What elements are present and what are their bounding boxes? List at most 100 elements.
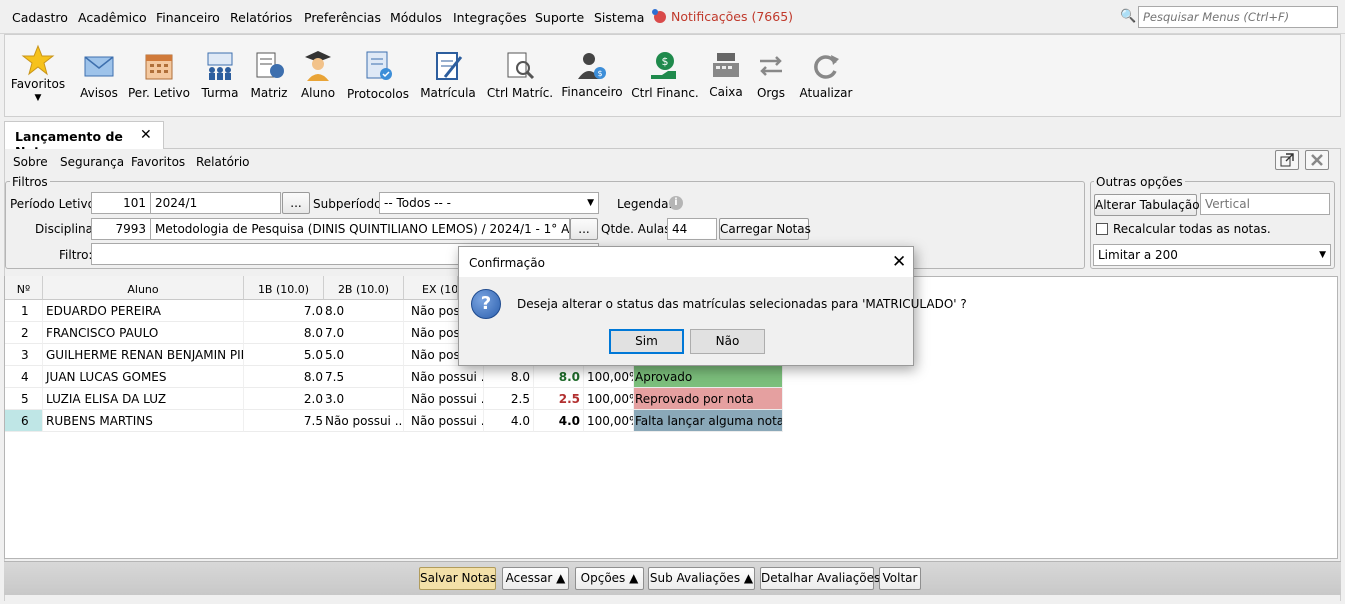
grid-cell-mfinal[interactable]: 8.0 — [534, 366, 584, 388]
toolbar-atualizar[interactable]: Atualizar — [799, 35, 853, 115]
limitar-select[interactable]: Limitar a 200 ▼ — [1093, 244, 1331, 266]
grid-cell-n[interactable]: 1 — [5, 300, 43, 322]
column-header-1b[interactable]: 1B (10.0) — [244, 276, 324, 300]
menu-relatorios[interactable]: Relatórios — [230, 10, 292, 25]
column-header-ex[interactable]: EX (10. — [404, 276, 458, 300]
menu-modulos[interactable]: Módulos — [390, 10, 442, 25]
menu-integracoes[interactable]: Integrações — [453, 10, 527, 25]
grid-cell-freq[interactable]: 100,00% — [584, 388, 634, 410]
grid-cell-mfinal[interactable]: 2.5 — [534, 388, 584, 410]
submenu-favoritos[interactable]: Favoritos — [131, 155, 185, 169]
salvar-notas-button[interactable]: Salvar Notas — [419, 567, 496, 590]
submenu-sobre[interactable]: Sobre — [13, 155, 48, 169]
grid-cell-status[interactable]: Reprovado por nota — [634, 388, 783, 410]
grid-cell-status[interactable]: Aprovado — [634, 366, 783, 388]
grid-cell-ex[interactable]: Não possui ... — [404, 410, 484, 432]
tab-lancamento-notas[interactable]: Lançamento de Notas ✕ — [4, 121, 164, 159]
grid-cell-b2[interactable]: 3.0 — [324, 388, 404, 410]
toolbar-matricula[interactable]: Matrícula — [417, 35, 479, 115]
grid-cell-aluno[interactable]: EDUARDO PEREIRA — [43, 300, 244, 322]
grid-cell-freq[interactable]: 100,00% — [584, 410, 634, 432]
toolbar-turma[interactable]: Turma — [195, 35, 245, 115]
submenu-seguranca[interactable]: Segurança — [60, 155, 124, 169]
sub-avaliacoes-button[interactable]: Sub Avaliações ▲ — [648, 567, 755, 590]
grid-cell-b2[interactable]: 8.0 — [324, 300, 404, 322]
grid-cell-status[interactable]: Falta lançar alguma nota — [634, 410, 783, 432]
grid-cell-ex[interactable]: Não possui ... — [404, 388, 484, 410]
info-icon[interactable]: i — [669, 196, 683, 210]
disciplina-lookup-button[interactable]: ... — [570, 218, 598, 240]
subperiodo-select[interactable]: -- Todos -- - ▼ — [379, 192, 599, 214]
grid-cell-n[interactable]: 4 — [5, 366, 43, 388]
column-header-2b[interactable]: 2B (10.0) — [324, 276, 404, 300]
menu-sistema[interactable]: Sistema — [594, 10, 644, 25]
no-button[interactable]: Não — [690, 329, 765, 354]
grid-cell-n[interactable]: 2 — [5, 322, 43, 344]
disciplina-value-field[interactable]: Metodologia de Pesquisa (DINIS QUINTILIA… — [150, 218, 570, 240]
grid-cell-mf[interactable]: 4.0 — [484, 410, 534, 432]
grid-cell-b1[interactable]: 7.5 — [244, 410, 324, 432]
grid-cell-n[interactable]: 5 — [5, 388, 43, 410]
alterar-tabulacao-button[interactable]: Alterar Tabulação — [1094, 194, 1200, 216]
grid-cell-aluno[interactable]: RUBENS MARTINS — [43, 410, 244, 432]
menu-financeiro[interactable]: Financeiro — [156, 10, 220, 25]
menu-preferencias[interactable]: Preferências — [304, 10, 381, 25]
toolbar-matriz[interactable]: Matriz — [247, 35, 291, 115]
detach-window-button[interactable] — [1275, 150, 1299, 170]
toolbar-per-letivo[interactable]: Per. Letivo — [127, 35, 191, 115]
yes-button[interactable]: Sim — [609, 329, 684, 354]
grid-cell-aluno[interactable]: LUZIA ELISA DA LUZ — [43, 388, 244, 410]
notifications-link[interactable]: Notificações (7665) — [652, 8, 793, 24]
grid-cell-n[interactable]: 3 — [5, 344, 43, 366]
submenu-relatorio[interactable]: Relatório — [196, 155, 250, 169]
toolbar-avisos[interactable]: Avisos — [73, 35, 125, 115]
grid-cell-aluno[interactable]: JUAN LUCAS GOMES — [43, 366, 244, 388]
carregar-notas-button[interactable]: Carregar Notas — [719, 218, 811, 240]
qtde-aulas-field[interactable]: 44 — [667, 218, 717, 240]
toolbar-financeiro[interactable]: $ Financeiro — [559, 35, 625, 115]
menu-cadastro[interactable]: Cadastro — [12, 10, 68, 25]
column-header-numero[interactable]: Nº — [5, 276, 43, 300]
periodo-value-field[interactable]: 2024/1 — [150, 192, 281, 214]
toolbar-orgs[interactable]: Orgs — [751, 35, 791, 115]
grid-cell-b2[interactable]: 7.5 — [324, 366, 404, 388]
grid-cell-b1[interactable]: 8.0 — [244, 366, 324, 388]
grid-cell-b1[interactable]: 7.0 — [244, 300, 324, 322]
close-icon[interactable]: ✕ — [892, 252, 906, 272]
toolbar-aluno[interactable]: Aluno — [295, 35, 341, 115]
toolbar-ctrl-financ[interactable]: $ Ctrl Financ. — [629, 35, 701, 115]
grid-cell-aluno[interactable]: GUILHERME RENAN BENJAMIN PIR... — [43, 344, 244, 366]
grid-cell-ex[interactable]: Não possui ... — [404, 366, 484, 388]
periodo-code-field[interactable]: 101 — [91, 192, 151, 214]
menu-academico[interactable]: Acadêmico — [78, 10, 147, 25]
periodo-lookup-button[interactable]: ... — [282, 192, 310, 214]
grid-cell-aluno[interactable]: FRANCISCO PAULO — [43, 322, 244, 344]
grid-cell-mf[interactable]: 8.0 — [484, 366, 534, 388]
grid-cell-b1[interactable]: 8.0 — [244, 322, 324, 344]
toolbar-favoritos[interactable]: Favoritos ▼ — [5, 35, 71, 115]
recalcular-checkbox[interactable] — [1096, 223, 1108, 235]
menu-suporte[interactable]: Suporte — [535, 10, 584, 25]
grid-cell-b2[interactable]: 5.0 — [324, 344, 404, 366]
grid-cell-b2[interactable]: Não possui ... — [324, 410, 404, 432]
grid-cell-b2[interactable]: 7.0 — [324, 322, 404, 344]
grid-cell-b1[interactable]: 5.0 — [244, 344, 324, 366]
close-tab-icon[interactable]: ✕ — [140, 127, 152, 143]
disciplina-code-field[interactable]: 7993 — [91, 218, 151, 240]
search-input[interactable] — [1138, 6, 1338, 28]
grid-cell-n[interactable]: 6 — [5, 410, 43, 432]
acessar-button[interactable]: Acessar ▲ — [502, 567, 569, 590]
toolbar-caixa[interactable]: Caixa — [705, 35, 747, 115]
opcoes-button[interactable]: Opções ▲ — [575, 567, 644, 590]
voltar-button[interactable]: Voltar — [879, 567, 921, 590]
toolbar-protocolos[interactable]: Protocolos — [345, 35, 411, 115]
vertical-field[interactable] — [1200, 193, 1330, 215]
grid-cell-mfinal[interactable]: 4.0 — [534, 410, 584, 432]
grid-cell-freq[interactable]: 100,00% — [584, 366, 634, 388]
close-window-button[interactable] — [1305, 150, 1329, 170]
toolbar-ctrl-matric[interactable]: Ctrl Matríc. — [485, 35, 555, 115]
grid-cell-b1[interactable]: 2.0 — [244, 388, 324, 410]
grid-cell-mf[interactable]: 2.5 — [484, 388, 534, 410]
detalhar-avaliacoes-button[interactable]: Detalhar Avaliações — [760, 567, 880, 590]
column-header-aluno[interactable]: Aluno — [43, 276, 244, 300]
